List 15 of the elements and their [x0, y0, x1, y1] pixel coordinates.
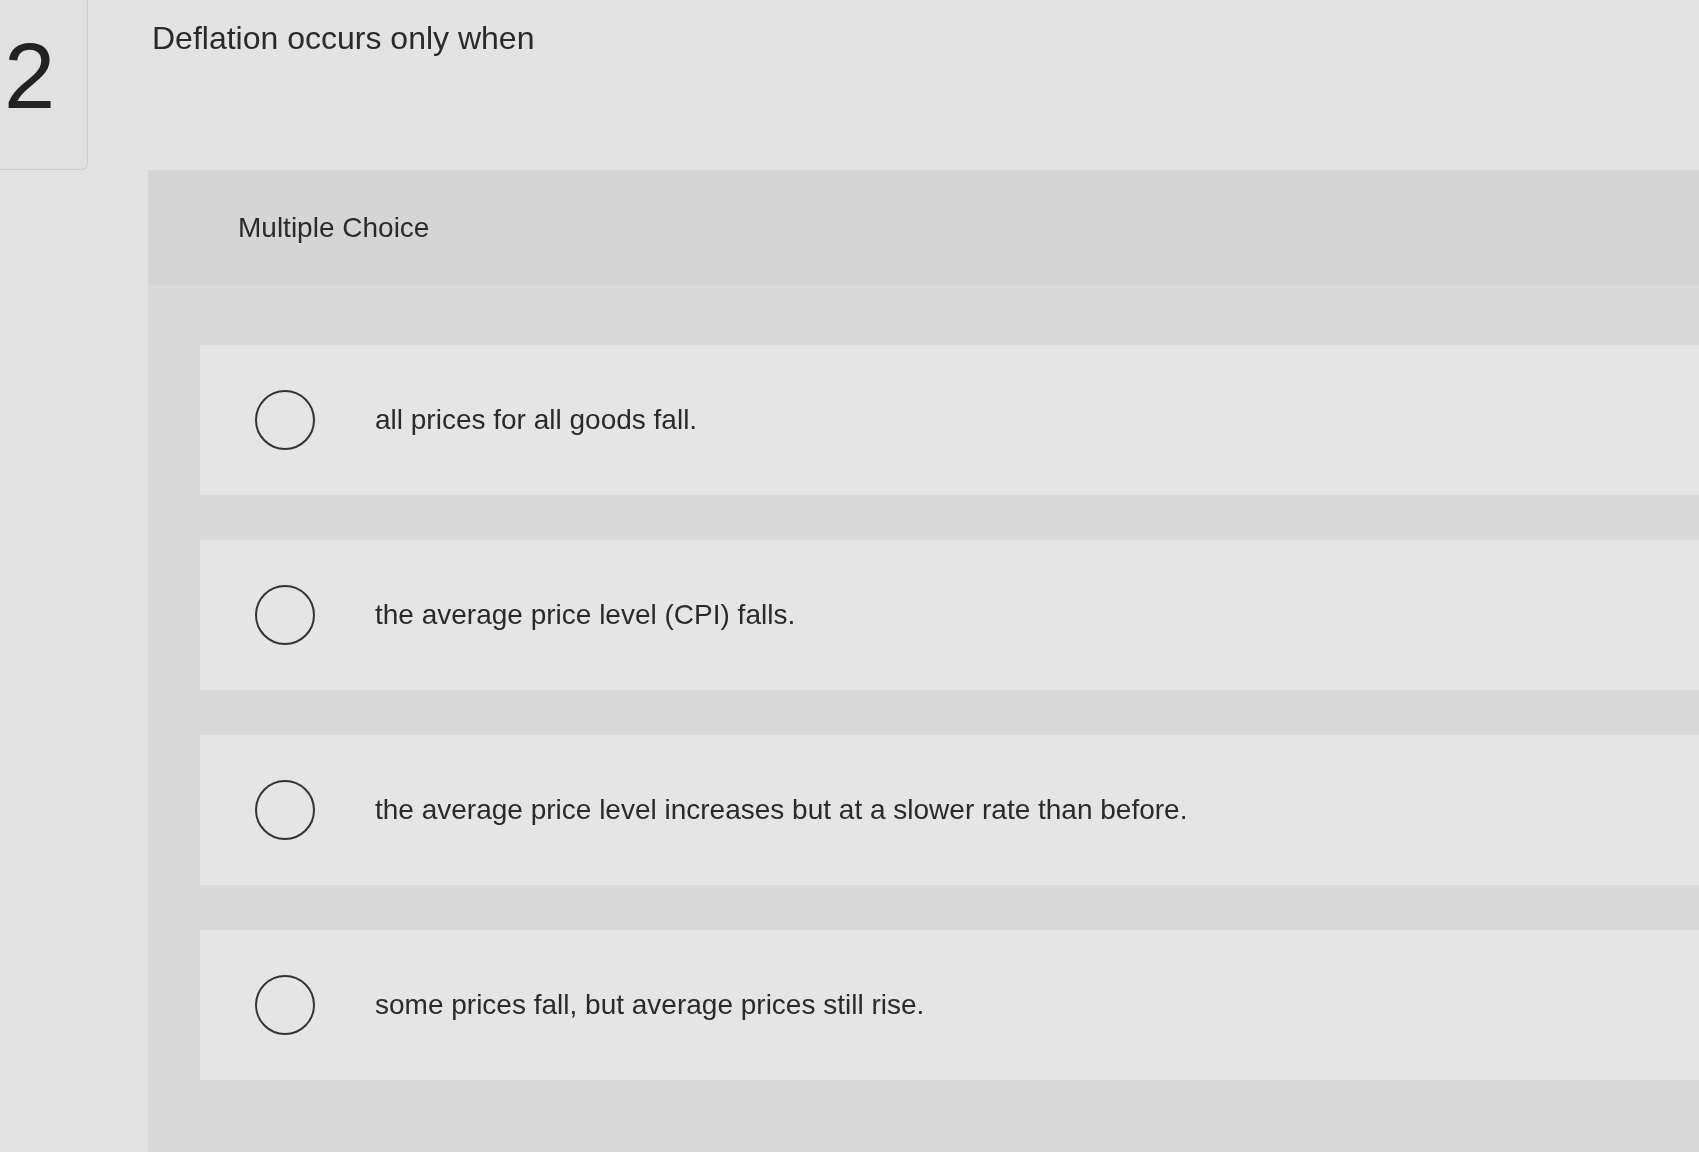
option-text: all prices for all goods fall. [375, 403, 698, 437]
question-number: 2 [4, 25, 56, 127]
radio-button[interactable] [255, 780, 315, 840]
answer-option[interactable]: some prices fall, but average prices still rise. [200, 930, 1699, 1080]
question-text: Deflation occurs only when [152, 19, 536, 58]
option-text: the average price level (CPI) falls. [375, 598, 796, 632]
question-type-label: Multiple Choice [238, 210, 430, 245]
answer-option[interactable]: the average price level (CPI) falls. [200, 540, 1699, 690]
radio-button[interactable] [255, 975, 315, 1035]
radio-button[interactable] [255, 390, 315, 450]
answer-option[interactable]: the average price level increases but at a slower rate than before. [200, 735, 1699, 885]
radio-button[interactable] [255, 585, 315, 645]
option-text: some prices fall, but average prices still rise. [375, 988, 925, 1022]
answer-option[interactable]: all prices for all goods fall. [200, 345, 1699, 495]
option-text: the average price level increases but at a slower rate than before. [375, 793, 1188, 827]
